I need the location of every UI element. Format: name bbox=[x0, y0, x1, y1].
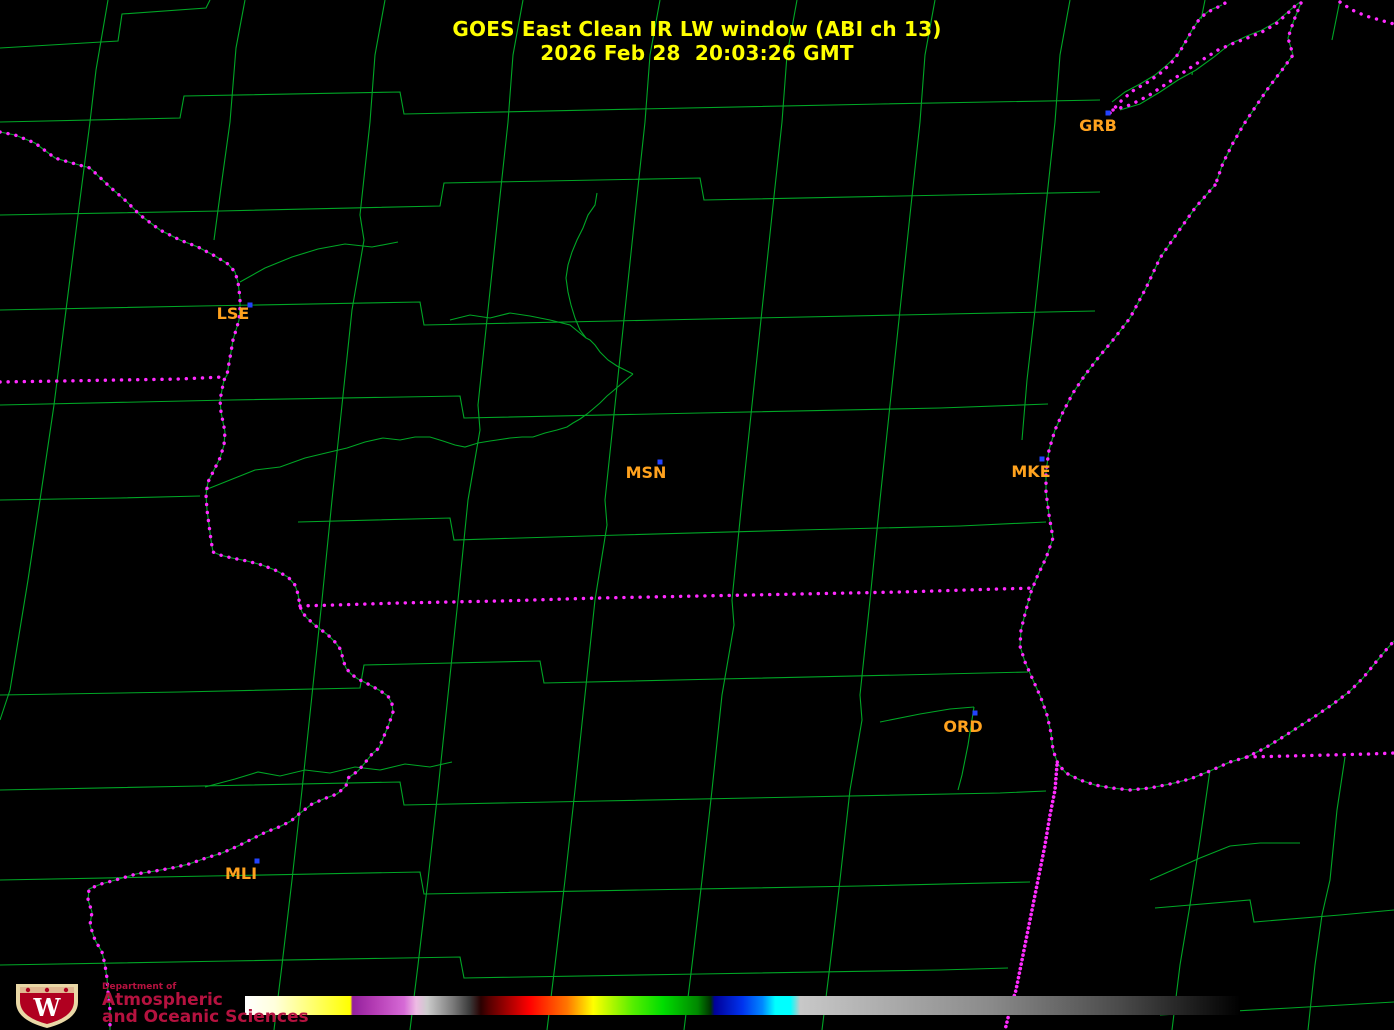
ir-enhancement-colorbar bbox=[245, 996, 1240, 1015]
city-marker-MSN: MSN bbox=[626, 459, 667, 482]
city-label: GRB bbox=[1079, 116, 1117, 135]
county-boundary-line bbox=[273, 0, 386, 1030]
city-marker-MLI: MLI bbox=[225, 858, 260, 883]
map-svg: GRB LSE MSN MKE ORD MLI bbox=[0, 0, 1394, 1030]
uw-crest-icon: W bbox=[16, 984, 78, 1028]
logo-oceanic-line: and Oceanic Sciences bbox=[102, 1007, 309, 1027]
city-dot-icon bbox=[254, 858, 260, 864]
city-dot-icon bbox=[972, 710, 978, 716]
city-marker-MKE: MKE bbox=[1011, 456, 1051, 481]
county-boundary-line bbox=[0, 781, 1047, 806]
city-label: MSN bbox=[626, 463, 667, 482]
county-boundary-line bbox=[297, 517, 1047, 541]
county-boundary-line bbox=[0, 0, 109, 721]
mississippi-river-dotted-border bbox=[0, 130, 395, 1030]
state-border-dotted-line bbox=[1245, 751, 1394, 759]
county-boundary-line bbox=[409, 0, 524, 1030]
city-dot-icon bbox=[1039, 456, 1045, 462]
image-title: GOES East Clean IR LW window (ABI ch 13)… bbox=[0, 17, 1394, 65]
city-label: ORD bbox=[943, 717, 982, 736]
satellite-map-canvas: GRB LSE MSN MKE ORD MLI GOES East Clean IR LW… bbox=[0, 0, 1394, 1030]
county-boundary-line bbox=[0, 91, 1101, 123]
county-boundary-line bbox=[0, 301, 1096, 326]
lake-michigan-area bbox=[1021, 6, 1394, 790]
title-line-1: GOES East Clean IR LW window (ABI ch 13) bbox=[452, 17, 942, 41]
county-boundary-line bbox=[239, 241, 399, 283]
county-boundary-line bbox=[0, 871, 1031, 895]
county-boundary-line bbox=[204, 373, 634, 491]
city-dot-icon bbox=[1105, 110, 1111, 116]
city-label: MLI bbox=[225, 864, 257, 883]
city-label: LSE bbox=[217, 304, 250, 323]
county-boundary-line bbox=[449, 312, 587, 339]
il-in-border-dense-dotted bbox=[1003, 763, 1059, 1030]
logo-text: Department of Atmospheric and Oceanic Sc… bbox=[102, 982, 309, 1026]
svg-text:W: W bbox=[33, 993, 62, 1022]
county-boundary-line bbox=[1307, 756, 1346, 1030]
title-line-2: 2026 Feb 28 20:03:26 GMT bbox=[540, 41, 854, 65]
county-boundary-line bbox=[0, 495, 201, 501]
city-marker-ORD: ORD bbox=[943, 710, 983, 736]
county-boundary-line bbox=[0, 660, 1029, 696]
county-boundary-line bbox=[1021, 0, 1071, 441]
county-boundary-line bbox=[1149, 842, 1300, 881]
city-label: MKE bbox=[1011, 462, 1050, 481]
mississippi-river-green-line bbox=[0, 131, 394, 1030]
county-boundary-line bbox=[821, 0, 936, 1030]
city-marker-LSE: LSE bbox=[217, 302, 253, 323]
county-boundary-line bbox=[565, 192, 634, 375]
county-boundary-line bbox=[1171, 769, 1211, 1030]
county-boundary-line bbox=[546, 0, 661, 1030]
county-boundary-line bbox=[0, 956, 1009, 979]
state-border-dotted-line bbox=[298, 586, 1037, 608]
state-border-dotted-line bbox=[0, 375, 225, 384]
uw-aos-logo: W Department of Atmospheric and Oceanic … bbox=[6, 980, 309, 1030]
county-boundary-line bbox=[683, 0, 798, 1030]
county-boundary-line bbox=[1154, 899, 1394, 923]
county-boundary-line bbox=[0, 177, 1101, 216]
